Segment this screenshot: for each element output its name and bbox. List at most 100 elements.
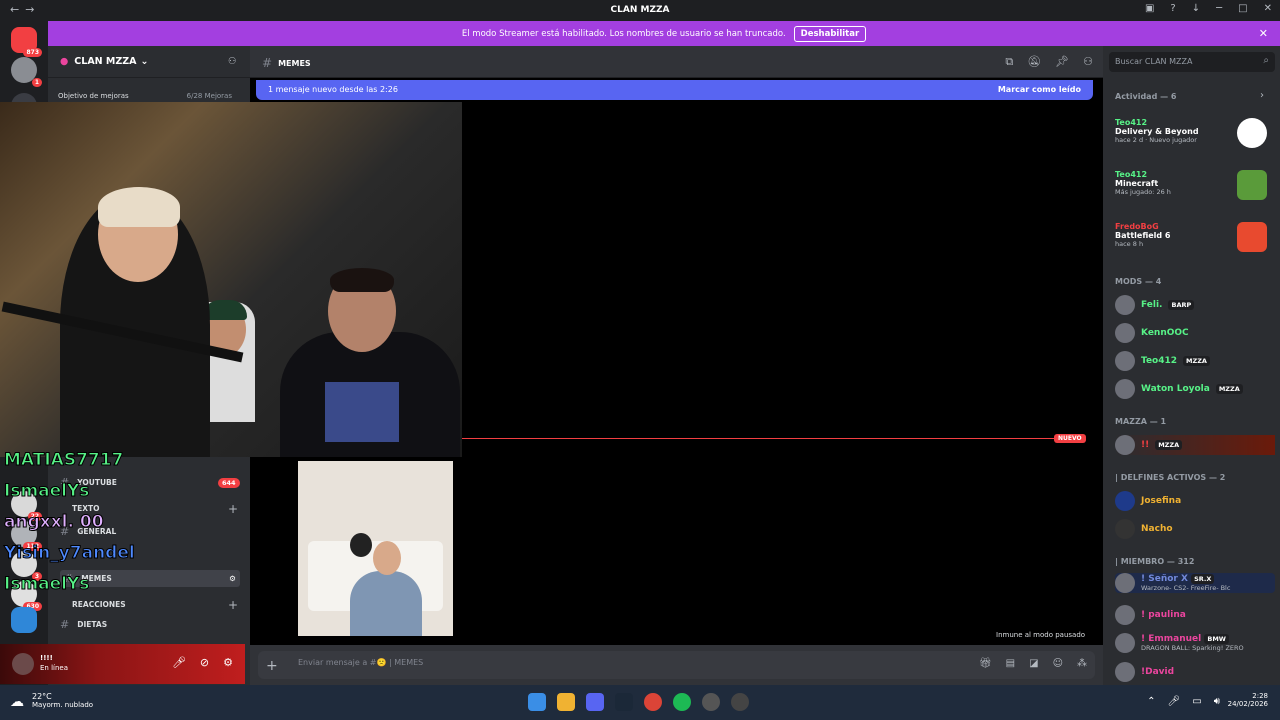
message-placeholder: Enviar mensaje a #🙁 | MEMES bbox=[298, 658, 424, 667]
boost-goal[interactable]: Objetivo de mejoras 6/28 Mejoras bbox=[58, 92, 238, 100]
search-input[interactable]: Buscar CLAN MZZA ⌕ bbox=[1109, 52, 1275, 72]
gif-icon[interactable]: ▤ bbox=[1006, 658, 1015, 669]
member-name: Feli. bbox=[1141, 300, 1163, 310]
member-name: Josefina bbox=[1141, 496, 1182, 506]
minimize-icon[interactable]: ─ bbox=[1216, 3, 1222, 14]
download-icon[interactable]: ↓ bbox=[1192, 3, 1200, 14]
hash-icon: # bbox=[262, 56, 273, 70]
member-tag: MZZA bbox=[1155, 440, 1183, 450]
time: 2:28 bbox=[1252, 692, 1268, 700]
disable-streamer-button[interactable]: Deshabilitar bbox=[793, 25, 867, 42]
close-window-icon[interactable]: ✕ bbox=[1264, 3, 1272, 14]
member-item[interactable]: !David bbox=[1115, 662, 1174, 682]
notifications-muted-icon[interactable]: 🔕︎ bbox=[1027, 55, 1041, 69]
new-messages-bar[interactable]: 1 mensaje nuevo desde las 2:26 Marcar co… bbox=[256, 80, 1093, 100]
avatar bbox=[1115, 379, 1135, 399]
member-item[interactable]: Feli. BARP bbox=[1115, 295, 1195, 315]
avatar[interactable] bbox=[12, 653, 34, 675]
temperature: 22°C bbox=[32, 692, 52, 701]
member-item[interactable]: ! Emmanuel BMW DRAGON BALL: Sparking! ZER… bbox=[1115, 633, 1244, 653]
inbox-icon[interactable]: ▣ bbox=[1145, 3, 1154, 14]
emoji-icon[interactable]: ☺ bbox=[1053, 658, 1063, 669]
activity-item[interactable]: Teo412 Minecraft Más jugado: 26 h bbox=[1115, 170, 1275, 200]
chevron-right-icon[interactable]: › bbox=[1260, 90, 1264, 101]
new-messages-text: 1 mensaje nuevo desde las 2:26 bbox=[268, 85, 398, 94]
member-item[interactable]: ! paulina bbox=[1115, 605, 1186, 625]
activity-item[interactable]: FredoBoG Battlefield 6 hace 8 h bbox=[1115, 222, 1275, 252]
clock[interactable]: 2:28 24/02/2026 bbox=[1228, 692, 1268, 708]
member-item[interactable]: KennOOC bbox=[1115, 323, 1189, 343]
server-icon[interactable]: 1 bbox=[11, 57, 42, 87]
member-tag: BMW bbox=[1204, 634, 1229, 644]
goal-label: Objetivo de mejoras bbox=[58, 92, 129, 100]
add-channel-icon[interactable]: + bbox=[228, 502, 238, 516]
person-hair bbox=[98, 187, 180, 227]
member-tag: SR.X bbox=[1191, 574, 1215, 584]
boost-icon: ● bbox=[60, 56, 69, 67]
maximize-icon[interactable]: □ bbox=[1238, 3, 1247, 14]
channel-dietas[interactable]: # DIETAS bbox=[60, 618, 107, 631]
network-icon[interactable]: ▭ bbox=[1192, 696, 1201, 707]
threads-icon[interactable]: ⧉ bbox=[1005, 55, 1013, 69]
add-channel-icon[interactable]: + bbox=[228, 598, 238, 612]
attach-plus-icon[interactable]: + bbox=[266, 658, 278, 674]
member-item[interactable]: Waton Loyola MZZA bbox=[1115, 379, 1243, 399]
stream-chat-overlay: MATIAS7717 IsmaelYs angxxl. 00 Yisin_y7a… bbox=[4, 450, 174, 605]
apps-icon[interactable]: ⁂ bbox=[1077, 658, 1087, 669]
volume-icon[interactable]: 🔊︎ bbox=[1214, 696, 1220, 707]
chrome-icon[interactable] bbox=[644, 693, 662, 711]
deafen-icon[interactable]: ⊘ bbox=[200, 656, 209, 669]
chat-username: IsmaelYs bbox=[4, 481, 90, 502]
home-server-icon[interactable]: 873 bbox=[11, 27, 42, 57]
guild-header[interactable]: ● CLAN MZZA ⌄ ⚇ bbox=[48, 46, 250, 78]
member-name: !David bbox=[1141, 667, 1175, 677]
close-banner-icon[interactable]: ✕ bbox=[1259, 27, 1268, 40]
member-item[interactable]: ! Señor X SR.X Warzone- CS2- FreeFire- Bl… bbox=[1115, 573, 1275, 593]
microphone-icon[interactable]: 🎤︎ bbox=[1168, 696, 1181, 707]
banner-text: El modo Streamer está habilitado. Los no… bbox=[461, 28, 786, 39]
chevron-down-icon: ⌄ bbox=[140, 56, 149, 67]
activity-item[interactable]: Teo412 Delivery & Beyond hace 2 d · Nuev… bbox=[1115, 118, 1275, 148]
video-embed[interactable] bbox=[298, 461, 453, 636]
slowmode-notice: Inmune al modo pausado bbox=[996, 631, 1086, 639]
new-messages-divider bbox=[462, 438, 1057, 439]
avatar bbox=[1115, 323, 1135, 343]
members-icon[interactable]: ⚇ bbox=[1083, 55, 1093, 69]
member-item[interactable]: Nacho bbox=[1115, 519, 1173, 539]
avatar bbox=[1115, 435, 1135, 455]
avatar bbox=[1115, 605, 1135, 625]
help-icon[interactable]: ? bbox=[1170, 3, 1175, 14]
file-explorer-icon[interactable] bbox=[557, 693, 575, 711]
member-tag: MZZA bbox=[1183, 356, 1210, 366]
spotify-icon[interactable] bbox=[673, 693, 691, 711]
game-icon bbox=[1237, 118, 1267, 148]
avatar bbox=[1115, 491, 1135, 511]
chat-username: MATIAS7717 bbox=[4, 450, 124, 471]
steam-icon[interactable] bbox=[615, 693, 633, 711]
media-player-icon[interactable] bbox=[731, 693, 749, 711]
member-item[interactable]: !! MZZA bbox=[1115, 435, 1275, 455]
server-icon[interactable] bbox=[11, 607, 37, 633]
new-tag: NUEVO bbox=[1054, 434, 1086, 443]
chevron-up-icon[interactable]: ⌃ bbox=[1147, 696, 1155, 707]
start-icon[interactable] bbox=[528, 693, 546, 711]
member-item[interactable]: Teo412 MZZA bbox=[1115, 351, 1210, 371]
add-member-icon[interactable]: ⚇ bbox=[228, 56, 237, 67]
avatar bbox=[1115, 662, 1135, 682]
settings-gear-icon[interactable]: ⚙ bbox=[223, 656, 233, 669]
mute-mic-icon[interactable]: 🎤︎ bbox=[172, 656, 186, 669]
settings-gear-icon[interactable]: ⚙ bbox=[229, 574, 236, 583]
gift-icon[interactable]: 🎁︎ bbox=[979, 658, 992, 669]
avatar bbox=[1115, 295, 1135, 315]
obs-icon[interactable] bbox=[702, 693, 720, 711]
mark-as-read-button[interactable]: Marcar como leído bbox=[998, 85, 1081, 94]
sticker-icon[interactable]: ◪ bbox=[1029, 658, 1038, 669]
member-tag: MZZA bbox=[1215, 384, 1243, 394]
discord-icon[interactable] bbox=[586, 693, 604, 711]
member-name: Teo412 bbox=[1141, 356, 1178, 366]
member-tag: BARP bbox=[1168, 300, 1195, 310]
pin-icon[interactable]: 📌︎ bbox=[1055, 55, 1069, 69]
member-item[interactable]: Josefina bbox=[1115, 491, 1181, 511]
weather-widget[interactable]: ☁ 22°C Mayorm. nublado bbox=[10, 692, 93, 710]
unread-badge: 644 bbox=[218, 477, 240, 488]
